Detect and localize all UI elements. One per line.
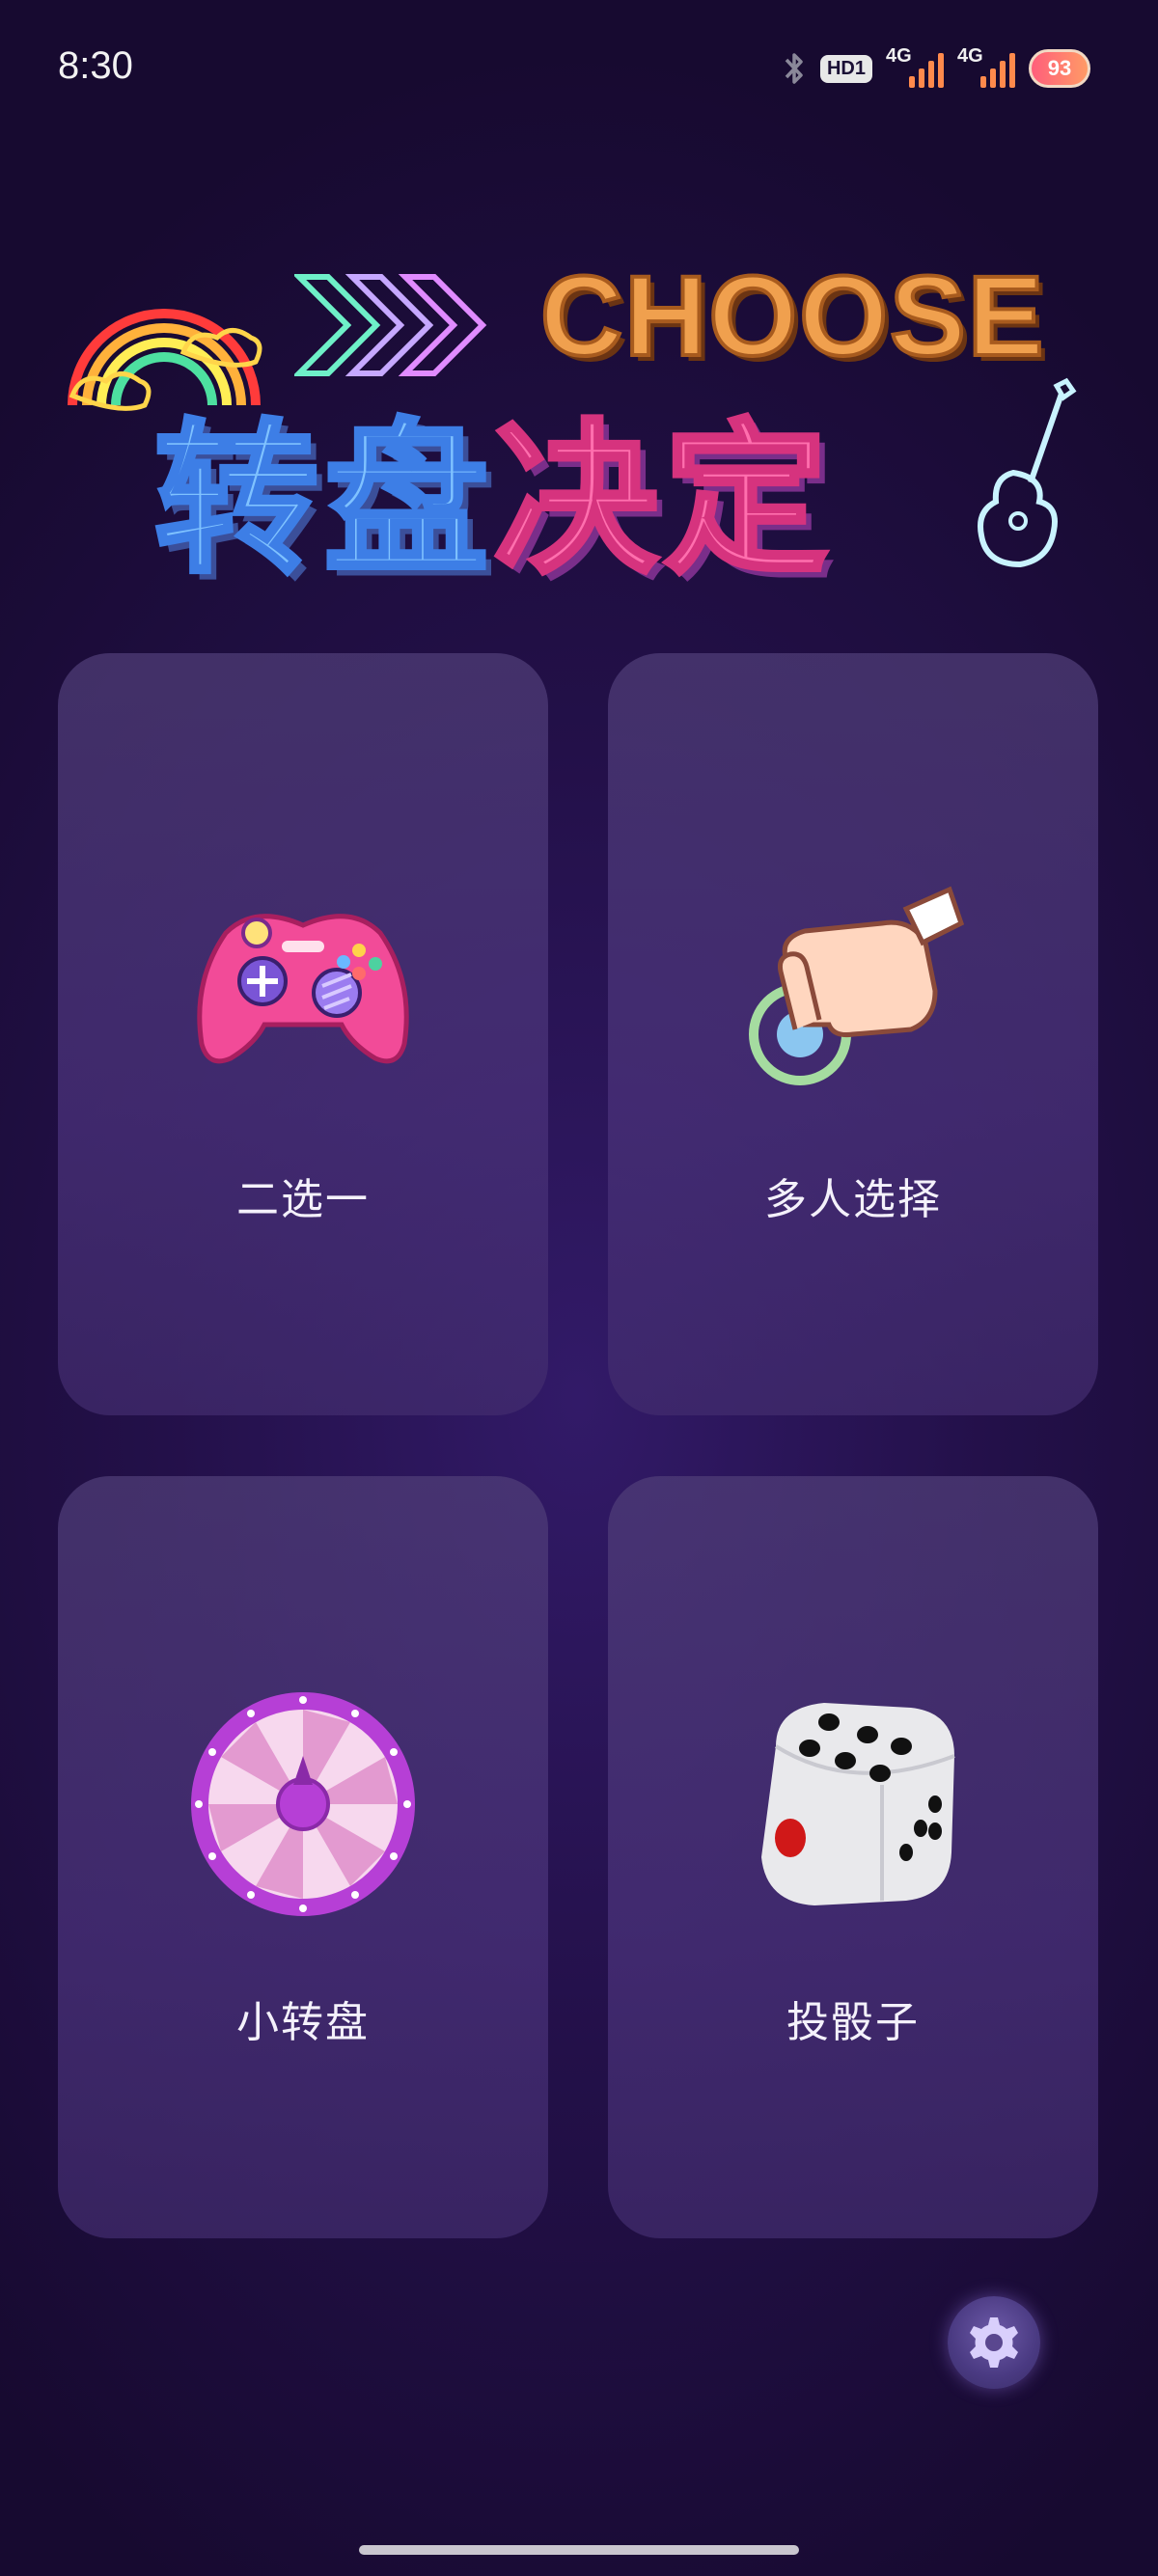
home-indicator[interactable] xyxy=(359,2545,799,2555)
guitar-icon xyxy=(978,377,1077,568)
card-label: 二选一 xyxy=(236,1175,370,1224)
signal-icon: 4G xyxy=(886,45,944,92)
title-part-2: 决定 xyxy=(492,403,835,599)
arrows-icon xyxy=(294,274,487,376)
status-bar: 8:30 HD1 4G 4G 93 xyxy=(0,0,1158,135)
settings-button[interactable] xyxy=(948,2296,1040,2389)
gamepad-icon xyxy=(197,914,409,1064)
card-spin-wheel[interactable]: 小转盘 xyxy=(58,1476,548,2238)
title-part-1: 转盘 xyxy=(152,403,495,599)
signal-label: 4G xyxy=(957,45,983,67)
hd-badge: HD1 xyxy=(819,54,872,83)
bluetooth-icon xyxy=(785,53,803,84)
card-label: 投骰子 xyxy=(786,1998,920,2047)
card-label: 多人选择 xyxy=(764,1175,942,1224)
gear-icon xyxy=(970,2317,1018,2368)
choose-text: CHOOSE xyxy=(538,251,1046,382)
spin-wheel-icon xyxy=(191,1692,415,1916)
signal-label: 4G xyxy=(886,45,912,67)
status-time: 8:30 xyxy=(58,44,133,87)
card-dice[interactable]: 投骰子 xyxy=(608,1476,1098,2238)
signal-icon: 4G xyxy=(957,45,1015,92)
title-banner: CHOOSE 转盘决定 xyxy=(58,251,1100,599)
status-icons: HD1 4G 4G 93 xyxy=(782,42,1090,95)
dice-icon xyxy=(761,1703,955,1905)
battery-icon: 93 xyxy=(1029,49,1090,88)
card-multi-choice[interactable]: 多人选择 xyxy=(608,653,1098,1415)
card-two-choice[interactable]: 二选一 xyxy=(58,653,548,1415)
card-label: 小转盘 xyxy=(236,1998,370,2047)
pointing-hand-icon xyxy=(749,886,965,1085)
app-title: 转盘决定 xyxy=(152,367,835,604)
